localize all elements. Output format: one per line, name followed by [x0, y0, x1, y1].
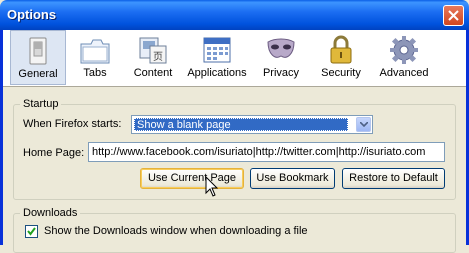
- checkmark-icon: [27, 227, 36, 236]
- show-downloads-label: Show the Downloads window when downloadi…: [44, 225, 308, 237]
- tab-tabs[interactable]: Tabs: [69, 30, 121, 85]
- startup-legend: Startup: [20, 98, 62, 110]
- chevron-down-icon: [360, 122, 368, 127]
- startup-select[interactable]: Show a blank page: [131, 115, 373, 134]
- tab-label: Privacy: [262, 67, 300, 79]
- applications-icon: [203, 37, 231, 63]
- gear-icon: [390, 36, 418, 64]
- startup-select-value: Show a blank page: [134, 118, 348, 131]
- home-page-input[interactable]: http://www.facebook.com/isuriato|http://…: [88, 142, 445, 162]
- tab-label: Applications: [187, 67, 247, 79]
- tab-label: Tabs: [83, 67, 107, 79]
- tab-general[interactable]: General: [10, 30, 66, 85]
- tabs-icon: [80, 39, 110, 64]
- mask-icon: [267, 38, 295, 58]
- svg-text:页: 页: [153, 51, 163, 63]
- padlock-icon: [330, 35, 352, 64]
- downloads-legend: Downloads: [20, 207, 81, 219]
- tab-label: General: [18, 68, 58, 80]
- tab-applications[interactable]: Applications: [184, 30, 250, 85]
- restore-default-button[interactable]: Restore to Default: [342, 168, 445, 189]
- tab-label: Content: [133, 67, 173, 79]
- tab-security[interactable]: Security: [313, 30, 369, 85]
- tab-label: Security: [321, 67, 361, 79]
- tab-content[interactable]: 页 Content: [124, 30, 182, 85]
- title-bar: Options: [0, 0, 469, 30]
- use-bookmark-button[interactable]: Use Bookmark: [250, 168, 335, 189]
- tab-advanced[interactable]: Advanced: [372, 30, 436, 85]
- home-page-label: Home Page:: [23, 147, 85, 159]
- window-title: Options: [7, 7, 57, 22]
- pane-toolbar: General Tabs 页 Content Applications Priv…: [3, 30, 466, 87]
- content-icon: 页: [139, 37, 167, 64]
- close-icon: [448, 10, 459, 21]
- when-starts-label: When Firefox starts:: [23, 118, 122, 130]
- show-downloads-checkbox[interactable]: [25, 225, 38, 238]
- close-button[interactable]: [443, 5, 464, 26]
- switch-icon: [29, 37, 47, 65]
- mouse-pointer-icon: [205, 176, 219, 197]
- select-dropdown-button[interactable]: [356, 117, 371, 132]
- tab-label: Advanced: [379, 67, 429, 79]
- use-current-page-button[interactable]: Use Current Page: [140, 168, 244, 189]
- tab-privacy[interactable]: Privacy: [256, 30, 306, 85]
